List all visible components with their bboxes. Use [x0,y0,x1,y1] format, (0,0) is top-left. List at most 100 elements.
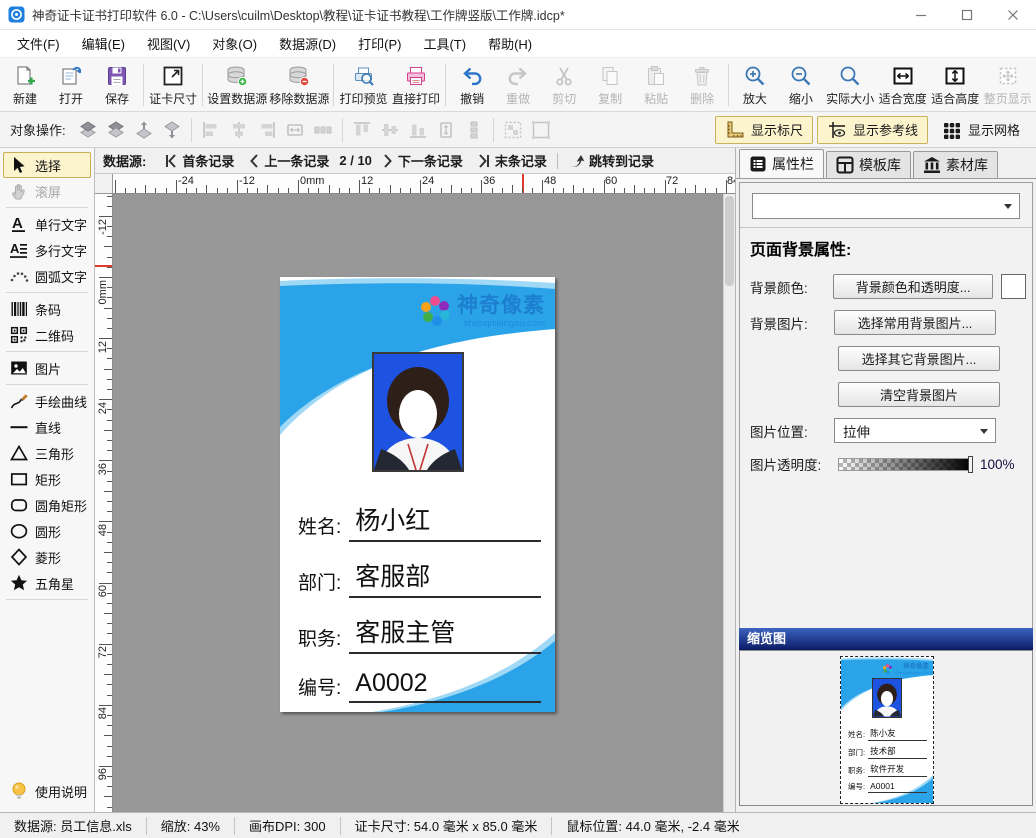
copy-button: 复制 [587,60,633,110]
set-datasource-button[interactable]: 设置数据源 [206,60,268,110]
thumbnail-card[interactable]: 神奇像素 shenqixiangsu.com 姓名:陈小友 [840,656,934,804]
show-guides-toggle[interactable]: 显示参考线 [817,116,928,144]
ruler-label: 72 [97,646,109,658]
save-button[interactable]: 保存 [94,60,140,110]
zoom-in-button[interactable]: 放大 [732,60,778,110]
tool-qrcode[interactable]: 二维码 [3,322,91,348]
field-label: 职务: [298,624,341,654]
last-record-button[interactable]: 末条记录 [471,148,553,173]
bg-color-swatch[interactable] [1001,274,1026,299]
menu-edit[interactable]: 编辑(E) [71,30,136,57]
field-row-title[interactable]: 职务: 客服主管 [298,613,541,654]
first-record-button[interactable]: 首条记录 [158,148,240,173]
card-design[interactable]: 神奇像素 shenqixiangsu.com [280,277,555,712]
tool-circle[interactable]: 圆形 [3,518,91,544]
tool-rectangle[interactable]: 矩形 [3,466,91,492]
next-record-button[interactable]: 下一条记录 [376,148,469,173]
card-brand-logo[interactable]: 神奇像素 shenqixiangsu.com [418,293,545,329]
tab-templates[interactable]: 模板库 [826,151,911,178]
zoom-out-button[interactable]: 缩小 [778,60,824,110]
tool-single-line-text[interactable]: A 单行文字 [3,211,91,237]
barcode-icon [9,299,29,319]
fit-height-button[interactable]: 适合高度 [929,60,982,110]
status-dpi: 画布DPI: 300 [235,817,341,835]
close-button[interactable] [990,0,1036,29]
canvas-vertical-scrollbar[interactable] [723,194,735,812]
send-to-back-icon[interactable] [103,118,129,142]
new-button[interactable]: 新建 [2,60,48,110]
print-preview-button[interactable]: 打印预览 [337,60,390,110]
show-ruler-toggle[interactable]: 显示标尺 [715,116,813,144]
remove-datasource-button[interactable]: 移除数据源 [268,60,330,110]
ruler-label: 0mm [97,280,109,304]
sidebar-separator [6,351,88,352]
tab-properties[interactable]: 属性栏 [739,149,824,178]
ruler-origin-box [95,174,113,194]
lightbulb-icon [9,781,29,801]
design-canvas[interactable]: 神奇像素 shenqixiangsu.com [113,194,735,812]
choose-other-bg-button[interactable]: 选择其它背景图片... [838,346,1000,371]
help-button[interactable]: 使用说明 [3,778,91,804]
scrollbar-thumb[interactable] [725,196,734,286]
opacity-slider[interactable] [838,456,973,473]
card-photo[interactable] [372,352,464,472]
sidebar-spacer [0,603,94,778]
object-operations-label: 对象操作: [10,120,66,139]
actual-size-button[interactable]: 实际大小 [824,60,877,110]
tab-materials[interactable]: 素材库 [913,151,998,178]
tool-star[interactable]: 五角星 [3,570,91,596]
thumb-photo [872,678,902,718]
tool-freehand-curve[interactable]: 手绘曲线 [3,388,91,414]
clear-bg-image-button[interactable]: 清空背景图片 [838,382,1000,407]
menu-help[interactable]: 帮助(H) [477,30,543,57]
tool-arc-text[interactable]: 圆弧文字 [3,263,91,289]
toolbar-separator [202,64,203,106]
same-height-icon [433,118,459,142]
tool-diamond[interactable]: 菱形 [3,544,91,570]
goto-record-button[interactable]: 跳转到记录 [562,148,660,173]
image-position-select[interactable]: 拉伸 [834,418,996,443]
tool-sidebar: 选择 滚屏 A 单行文字 A 多行文字 圆弧文字 条码 二维码 [0,148,95,812]
open-document-icon [59,64,83,88]
card-fields: 姓名: 杨小红 部门: 客服部 职务: 客服主管 编号: [298,501,541,718]
minimize-button[interactable] [898,0,944,29]
datasource-nav-bar: 数据源: 首条记录 上一条记录 2 / 10 下一条记录 末条记录 跳转到记录 [95,148,735,174]
undo-button[interactable]: 撤销 [449,60,495,110]
field-row-department[interactable]: 部门: 客服部 [298,557,541,598]
menu-datasource[interactable]: 数据源(D) [268,30,347,57]
menu-file[interactable]: 文件(F) [6,30,71,57]
fit-width-button[interactable]: 适合宽度 [876,60,929,110]
field-row-name[interactable]: 姓名: 杨小红 [298,501,541,542]
tool-multi-line-text[interactable]: A 多行文字 [3,237,91,263]
field-row-id[interactable]: 编号: A0002 [298,669,541,703]
opacity-slider-track[interactable] [838,458,972,471]
opacity-slider-handle[interactable] [968,456,973,473]
card-size-button[interactable]: 证卡尺寸 [147,60,200,110]
tool-triangle[interactable]: 三角形 [3,440,91,466]
bring-to-front-icon[interactable] [75,118,101,142]
menu-object[interactable]: 对象(O) [201,30,268,57]
tool-rounded-rectangle[interactable]: 圆角矩形 [3,492,91,518]
tool-image[interactable]: 图片 [3,355,91,381]
move-layer-down-icon[interactable] [159,118,185,142]
tool-line[interactable]: 直线 [3,414,91,440]
maximize-button[interactable] [944,0,990,29]
show-grid-toggle[interactable]: 显示网格 [932,116,1030,144]
tool-select[interactable]: 选择 [3,152,91,178]
thumb-brand-dots-icon [882,663,893,675]
move-layer-up-icon[interactable] [131,118,157,142]
menu-view[interactable]: 视图(V) [136,30,201,57]
choose-common-bg-button[interactable]: 选择常用背景图片... [834,310,996,335]
bg-color-opacity-button[interactable]: 背景颜色和透明度... [833,274,993,299]
object-selector-dropdown[interactable] [752,193,1020,219]
open-button[interactable]: 打开 [48,60,94,110]
opacity-value: 100% [980,457,1015,472]
prev-record-button[interactable]: 上一条记录 [242,148,335,173]
menu-print[interactable]: 打印(P) [347,30,412,57]
direct-print-button[interactable]: 直接打印 [390,60,443,110]
menu-tools[interactable]: 工具(T) [412,30,477,57]
ruler-label: 12 [97,341,109,353]
arc-text-icon [9,266,29,286]
cursor-arrow-icon [9,155,29,175]
tool-barcode[interactable]: 条码 [3,296,91,322]
